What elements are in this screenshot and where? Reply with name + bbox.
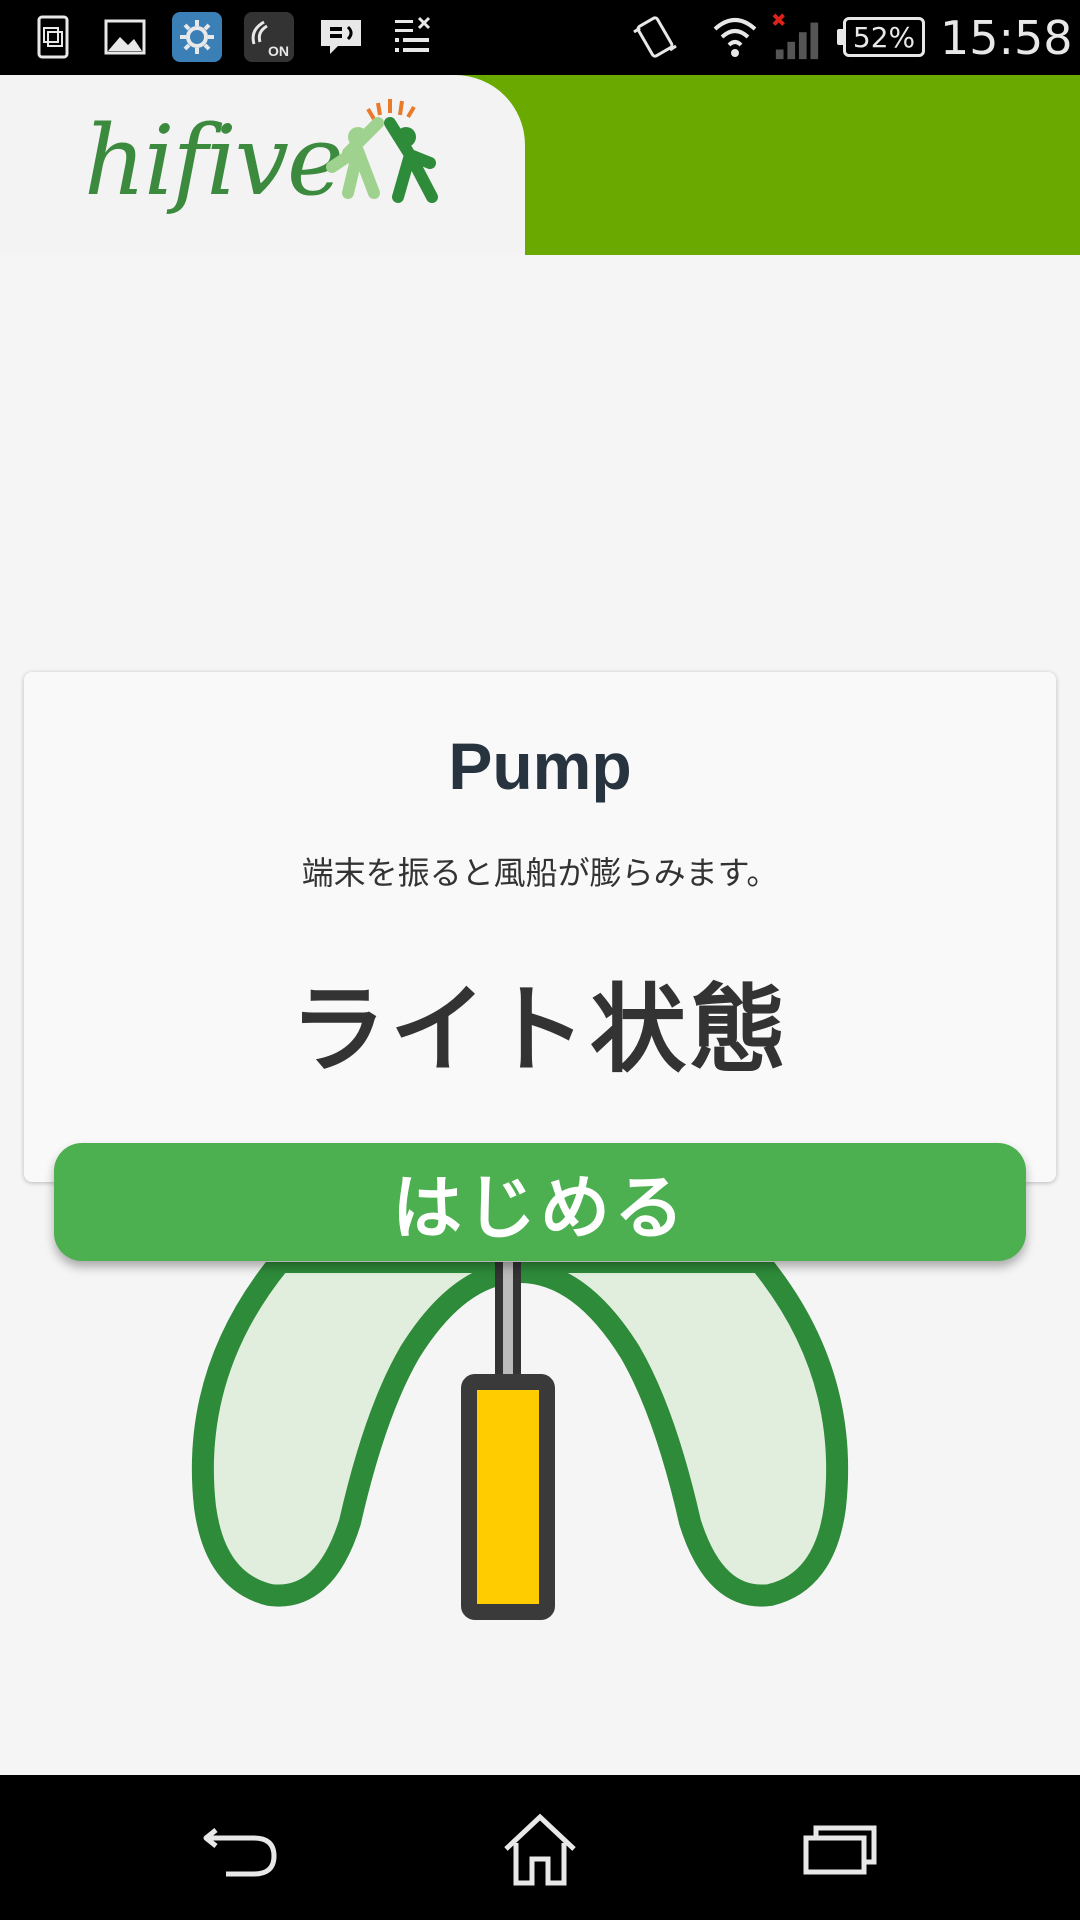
status-bar: ON 52% 15:58 (0, 0, 1080, 75)
card-title: Pump (448, 729, 632, 803)
battery-indicator: 52% (837, 17, 925, 57)
info-card: Pump 端末を振ると風船が膨らみます。 ライト状態 (24, 672, 1056, 1182)
image-icon (100, 12, 150, 62)
start-button[interactable]: はじめる (54, 1143, 1026, 1261)
nfc-on-icon: ON (244, 12, 294, 62)
logo-area: hifive (0, 75, 525, 255)
vibrate-icon (630, 12, 680, 62)
pump-balloon-illustration (191, 1262, 849, 1620)
settings-app-icon (172, 12, 222, 62)
card-description: 端末を振ると風船が膨らみます。 (301, 854, 779, 892)
hifive-figures-icon (326, 99, 438, 203)
back-icon[interactable] (192, 1805, 292, 1895)
wifi-icon (710, 12, 760, 62)
svg-text:ON: ON (268, 43, 289, 59)
app-screen: ON 52% 15:58 hifive Pump 端末を振ると風船が膨らみます。… (0, 0, 1080, 1920)
sim-card-icon (28, 12, 78, 62)
recent-apps-icon[interactable] (790, 1805, 890, 1895)
message-icon (316, 12, 366, 62)
signal-no-sim-icon (772, 12, 822, 62)
home-icon[interactable] (490, 1805, 590, 1895)
state-label: ライト状態 (290, 974, 790, 1086)
app-header: hifive (0, 75, 1080, 255)
status-clock: 15:58 (940, 11, 1073, 65)
navigation-bar (0, 1775, 1080, 1920)
download-list-icon (388, 12, 438, 62)
app-logo-text: hifive (84, 105, 344, 217)
